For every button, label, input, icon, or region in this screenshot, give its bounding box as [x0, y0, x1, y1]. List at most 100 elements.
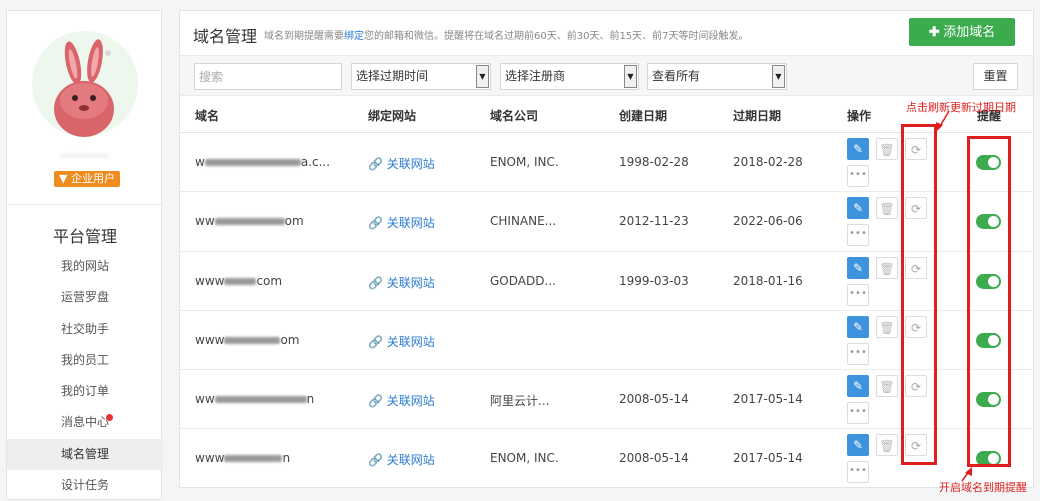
notification-dot	[106, 414, 113, 422]
column-header-expiry-date: 过期日期	[733, 109, 782, 123]
domain-visible-prefix: ww	[195, 392, 215, 407]
associate-site-link[interactable]: 🔗 关联网站	[368, 451, 435, 468]
more-icon[interactable]: •••	[847, 342, 869, 365]
sidebar: ·········· ▼ 企业用户 平台管理 我的网站 运营罗盘 社交助手 我的…	[6, 10, 163, 501]
registrar-select[interactable]: 选择注册商 ▼	[500, 63, 639, 90]
domain-visible-suffix: om	[280, 332, 300, 347]
hint-prefix: 域名到期提醒需要	[264, 31, 344, 42]
edit-icon[interactable]: ✎	[847, 138, 869, 160]
sidebar-menu: 我的网站 运营罗盘 社交助手 我的员工 我的订单 消息中心 域名管理 设计任务	[7, 251, 163, 501]
title-bar: 域名管理 域名到期提醒需要绑定您的邮箱和微信。提醒将在域名过期前60天、前30天…	[180, 11, 1033, 55]
link-icon: 🔗	[368, 453, 383, 468]
sidebar-item-message-center[interactable]: 消息中心	[7, 407, 163, 438]
link-label: 关联网站	[386, 157, 435, 171]
view-select[interactable]: 查看所有 ▼	[647, 63, 787, 90]
column-header-domain: 域名	[195, 109, 220, 123]
created-date-cell: 2008-05-14	[619, 451, 689, 466]
reset-button[interactable]: 重置	[973, 63, 1018, 90]
dropdown-arrow-icon[interactable]: ▼	[624, 65, 637, 88]
edit-icon[interactable]: ✎	[847, 434, 869, 457]
domain-visible-prefix: www	[195, 273, 225, 288]
link-label: 关联网站	[386, 275, 435, 290]
column-header-domain-company: 域名公司	[490, 109, 539, 123]
sidebar-item-domain-management[interactable]: 域名管理	[7, 438, 163, 471]
link-icon: 🔗	[368, 275, 383, 290]
associate-site-link[interactable]: 🔗 关联网站	[368, 274, 435, 291]
trash-icon[interactable]: 🗑	[876, 315, 898, 338]
column-header-actions: 操作	[847, 109, 872, 123]
trash-icon[interactable]: 🗑	[876, 197, 898, 220]
add-domain-label: 添加域名	[943, 24, 996, 39]
sidebar-item-label: 我的员工	[60, 352, 109, 367]
dropdown-arrow-icon[interactable]: ▼	[476, 65, 489, 88]
link-label: 关联网站	[386, 334, 435, 349]
domain-visible-suffix: om	[284, 214, 304, 229]
edit-icon[interactable]: ✎	[847, 256, 869, 279]
expiry-date-cell: 2022-06-06	[733, 214, 803, 229]
domain-visible-suffix: com	[256, 273, 283, 288]
expiry-date-cell: 2018-02-28	[733, 155, 803, 169]
associate-site-link[interactable]: 🔗 关联网站	[368, 214, 435, 231]
link-icon: 🔗	[368, 394, 383, 409]
plus-icon: ✚	[928, 24, 940, 39]
domain-cell[interactable]: ww n	[195, 392, 314, 406]
trash-icon[interactable]: 🗑	[876, 375, 898, 398]
domain-visible-prefix: ww	[195, 214, 215, 229]
filter-bar: 选择过期时间 ▼ 选择注册商 ▼ 查看所有 ▼ 重置	[180, 55, 1033, 96]
link-label: 关联网站	[386, 394, 435, 409]
bind-link[interactable]: 绑定	[344, 31, 364, 42]
domain-cell[interactable]: w a.c...	[195, 155, 330, 169]
redacted-domain	[224, 336, 281, 344]
redacted-domain	[214, 396, 307, 404]
expiry-date-cell: 2017-05-14	[733, 392, 803, 407]
trash-icon[interactable]: 🗑	[876, 256, 898, 279]
avatar[interactable]	[32, 31, 138, 137]
add-domain-button[interactable]: ✚ 添加域名	[909, 18, 1015, 46]
sidebar-item-my-staff[interactable]: 我的员工	[7, 345, 163, 376]
domain-cell[interactable]: www n	[195, 451, 290, 465]
registrar-select-value: 选择注册商	[505, 69, 566, 83]
domain-cell[interactable]: www om	[195, 333, 299, 347]
reminder-hint: 域名到期提醒需要绑定您的邮箱和微信。提醒将在域名过期前60天、前30天、前15天…	[264, 27, 749, 42]
expiry-time-select[interactable]: 选择过期时间 ▼	[351, 63, 491, 90]
associate-site-link[interactable]: 🔗 关联网站	[368, 392, 435, 409]
more-icon[interactable]: •••	[847, 461, 869, 484]
edit-icon[interactable]: ✎	[847, 375, 869, 398]
sidebar-item-label: 域名管理	[60, 446, 109, 461]
link-label: 关联网站	[386, 216, 435, 231]
link-icon: 🔗	[368, 157, 383, 171]
sidebar-heading: 平台管理	[52, 227, 117, 246]
view-select-value: 查看所有	[652, 69, 701, 83]
company-cell: ENOM, INC.	[490, 451, 559, 466]
domain-cell[interactable]: www com	[195, 274, 282, 288]
more-icon[interactable]: •••	[847, 283, 869, 306]
trash-icon[interactable]: 🗑	[876, 434, 898, 457]
associate-site-link[interactable]: 🔗 关联网站	[368, 155, 435, 172]
search-input[interactable]	[194, 63, 342, 90]
link-icon: 🔗	[368, 216, 383, 231]
domain-cell[interactable]: ww om	[195, 214, 304, 228]
enterprise-user-badge: ▼ 企业用户	[54, 171, 120, 187]
sidebar-item-my-orders[interactable]: 我的订单	[7, 376, 163, 407]
expiry-date-cell: 2017-05-14	[733, 451, 803, 466]
company-cell: ENOM, INC.	[490, 155, 559, 169]
domain-visible-prefix: www	[195, 451, 225, 466]
trash-icon[interactable]: 🗑	[876, 138, 898, 160]
sidebar-item-social-assistant[interactable]: 社交助手	[7, 314, 163, 345]
edit-icon[interactable]: ✎	[847, 315, 869, 338]
created-date-cell: 2012-11-23	[619, 214, 689, 229]
remind-annotation: 开启域名到期提醒	[939, 481, 1027, 494]
sidebar-item-operations-compass[interactable]: 运营罗盘	[7, 282, 163, 313]
more-icon[interactable]: •••	[847, 224, 869, 247]
dropdown-arrow-icon[interactable]: ▼	[772, 65, 785, 88]
more-icon[interactable]: •••	[847, 165, 869, 187]
more-icon[interactable]: •••	[847, 402, 869, 425]
sidebar-item-design-tasks[interactable]: 设计任务	[7, 470, 163, 501]
sidebar-item-my-sites[interactable]: 我的网站	[7, 251, 163, 282]
column-header-created-date: 创建日期	[619, 109, 668, 123]
redacted-domain	[214, 218, 285, 226]
associate-site-link[interactable]: 🔗 关联网站	[368, 333, 435, 350]
username: ··········	[60, 149, 110, 163]
edit-icon[interactable]: ✎	[847, 197, 869, 220]
refresh-annotation: 点击刷新更新过期日期	[906, 101, 1016, 114]
